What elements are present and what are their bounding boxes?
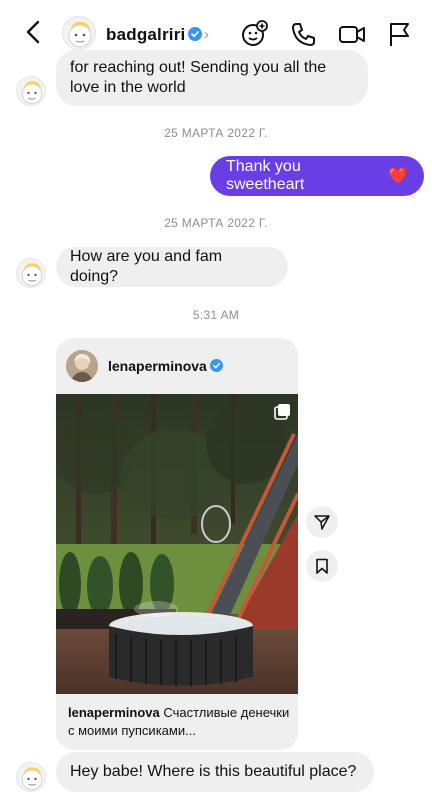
contact-avatar[interactable] <box>62 16 96 50</box>
sender-avatar[interactable] <box>16 76 46 106</box>
heart-emoji: ❤️ <box>388 168 408 185</box>
bookmark-icon[interactable] <box>306 550 338 582</box>
message-bubble-incoming[interactable]: Hey babe! Where is this beautiful place? <box>56 752 374 792</box>
post-header[interactable]: lenaperminova <box>56 338 298 394</box>
sender-avatar[interactable] <box>16 258 46 288</box>
share-icon[interactable] <box>306 506 338 538</box>
message-text: love in the world <box>70 79 186 96</box>
post-author-avatar[interactable] <box>66 350 98 382</box>
caption-username[interactable]: lenaperminova <box>68 705 160 720</box>
shared-post-card[interactable]: lenaperminova lenaperminova Счастливые д… <box>56 338 298 750</box>
message-bubble-incoming[interactable]: How are you and fam doing? <box>56 247 288 287</box>
contact-username[interactable]: badgalriri <box>106 25 185 45</box>
video-camera-icon[interactable] <box>338 20 366 48</box>
post-caption: lenaperminova Счастливые денечки с моими… <box>68 704 290 740</box>
post-author-username[interactable]: lenaperminova <box>108 358 207 374</box>
message-text: How are you and fam doing? <box>70 248 223 285</box>
flag-icon[interactable] <box>386 20 414 48</box>
message-text: Thank you sweetheart <box>226 158 305 193</box>
date-separator: 25 МАРТА 2022 Г. <box>164 126 268 140</box>
post-image[interactable] <box>56 394 298 694</box>
message-bubble-outgoing[interactable]: Thank you sweetheart ❤️ <box>210 156 424 196</box>
add-effect-icon[interactable] <box>240 20 268 48</box>
verified-badge-icon <box>188 27 202 46</box>
chevron-right-icon[interactable]: › <box>204 26 209 43</box>
verified-badge-icon <box>210 359 223 377</box>
message-text: for reaching out! Sending you all the <box>70 59 327 76</box>
phone-icon[interactable] <box>290 20 318 48</box>
sender-avatar[interactable] <box>16 762 46 792</box>
message-time: 5:31 AM <box>192 308 240 322</box>
back-arrow-icon[interactable] <box>20 18 48 46</box>
date-separator: 25 МАРТА 2022 Г. <box>164 216 268 230</box>
message-text: Hey babe! Where is this beautiful place? <box>70 763 357 780</box>
message-bubble-incoming[interactable]: for reaching out! Sending you all the lo… <box>56 50 368 106</box>
